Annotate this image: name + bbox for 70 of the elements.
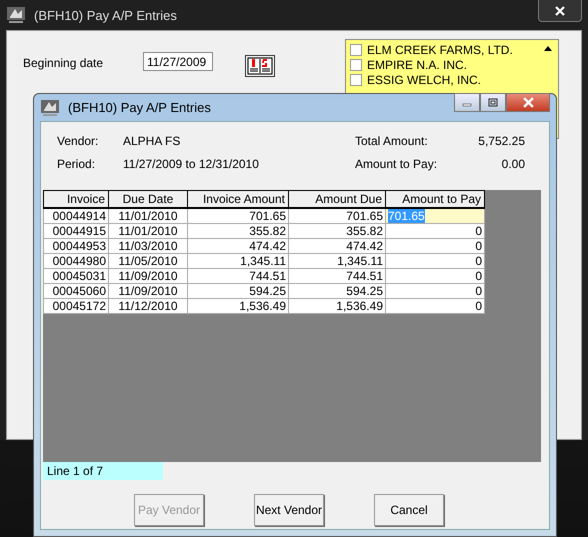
- table-cell: 00045060: [44, 284, 108, 298]
- table-cell: 11/01/2010: [108, 208, 188, 224]
- table-cell: 11/09/2010: [108, 268, 188, 284]
- field-label: Total Amount:: [355, 134, 429, 148]
- scroll-up-icon[interactable]: [544, 46, 552, 51]
- field-value: ALPHA FS: [123, 134, 182, 148]
- dialog-title: (BFH10) Pay A/P Entries: [68, 100, 212, 115]
- table-cell: 0: [386, 298, 484, 314]
- table-cell: 0: [386, 254, 484, 268]
- table-cell: 1,345.11: [288, 254, 386, 268]
- table-cell: 00044953: [44, 238, 108, 254]
- field-value: 11/27/2009 to 12/31/2010: [123, 157, 260, 171]
- field-label: Amount to Pay:: [355, 157, 438, 171]
- action-button[interactable]: Next Vendor: [254, 494, 324, 526]
- table-cell: 11/12/2010: [108, 298, 188, 314]
- app-logo-icon: [6, 5, 26, 25]
- table-cell: 1,536.49: [288, 298, 386, 314]
- table-cell: 0: [386, 224, 484, 238]
- vendor-item[interactable]: ESSIG WELCH, INC.: [350, 72, 558, 87]
- field-value: 5,752.25: [477, 134, 525, 148]
- column-header[interactable]: Amount Due: [288, 190, 386, 208]
- table-cell: 474.42: [188, 238, 288, 254]
- table-cell: 594.25: [188, 284, 288, 298]
- table-cell: 355.82: [288, 224, 386, 238]
- field-label: Beginning date: [23, 55, 104, 70]
- close-icon: [522, 97, 534, 108]
- vendor-item[interactable]: EMPIRE N.A. INC.: [350, 57, 558, 72]
- table-cell: 701.65: [288, 208, 386, 224]
- checkbox[interactable]: [350, 74, 362, 86]
- window-title: (BFH10) Pay A/P Entries: [34, 8, 178, 22]
- table-cell: 00044914: [44, 208, 108, 224]
- maximize-button[interactable]: [480, 93, 506, 112]
- status-bar: Line 1 of 7: [43, 462, 163, 480]
- column-header[interactable]: Invoice: [44, 190, 108, 208]
- checkbox[interactable]: [350, 58, 362, 70]
- table-cell: 11/05/2010: [108, 254, 188, 268]
- column-header[interactable]: Amount to Pay: [386, 190, 484, 208]
- calendar-icon[interactable]: [245, 55, 275, 77]
- table-cell: 701.65: [188, 208, 288, 224]
- table-cell: 1,536.49: [188, 298, 288, 314]
- table-cell: 11/09/2010: [108, 284, 188, 298]
- app-logo-icon: [40, 98, 60, 118]
- table-cell: 355.82: [188, 224, 288, 238]
- table-cell: 00045031: [44, 268, 108, 284]
- table-cell: 1,345.11: [188, 254, 288, 268]
- date-field[interactable]: 11/27/2009: [143, 52, 213, 71]
- column-header[interactable]: Invoice Amount: [188, 190, 288, 208]
- table-cell: 0: [386, 284, 484, 298]
- column-header[interactable]: Due Date: [108, 190, 188, 208]
- close-button[interactable]: [538, 0, 582, 22]
- table-cell: 11/03/2010: [108, 238, 188, 254]
- table-cell: 744.51: [288, 268, 386, 284]
- minimize-button[interactable]: [454, 93, 480, 112]
- table-cell: 744.51: [188, 268, 288, 284]
- table-cell: 11/01/2010: [108, 224, 188, 238]
- field-label: Vendor:: [57, 134, 100, 148]
- action-button[interactable]: Cancel: [374, 494, 444, 526]
- maximize-icon: [488, 98, 498, 108]
- table-cell: 474.42: [288, 238, 386, 254]
- table-cell: 0: [386, 268, 484, 284]
- vendor-item[interactable]: ELM CREEK FARMS, LTD.: [350, 42, 558, 57]
- table-cell: 00045172: [44, 298, 108, 314]
- table-cell: 594.25: [288, 284, 386, 298]
- field-label: Period:: [57, 157, 96, 171]
- field-value: 0.00: [500, 157, 525, 171]
- close-icon: [555, 6, 565, 16]
- table-cell: 00044915: [44, 224, 108, 238]
- checkbox[interactable]: [350, 44, 362, 56]
- table-cell: 00044980: [44, 254, 108, 268]
- table-cell: 0: [386, 238, 484, 254]
